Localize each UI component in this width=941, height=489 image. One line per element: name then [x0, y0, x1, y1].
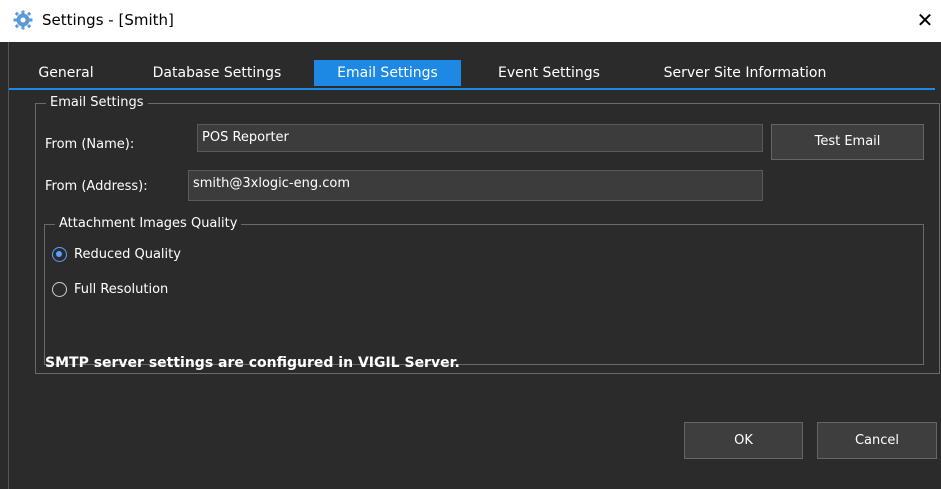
reduced-quality-label[interactable]: Reduced Quality [74, 247, 181, 263]
tab-server-site-information[interactable]: Server Site Information [647, 60, 843, 86]
from-address-field[interactable]: smith@3xlogic-eng.com [188, 170, 763, 201]
settings-window: Settings - [Smith] ✕ General Database Se… [0, 0, 941, 489]
from-name-label: From (Name): [45, 137, 135, 152]
attachment-quality-group: Attachment Images Quality Reduced Qualit… [44, 216, 924, 365]
gear-icon [13, 10, 33, 30]
tab-bar: General Database Settings Email Settings… [9, 60, 935, 88]
reduced-quality-radio[interactable] [52, 247, 67, 262]
tab-event-settings[interactable]: Event Settings [481, 60, 617, 86]
tab-email-settings[interactable]: Email Settings [314, 60, 461, 86]
tab-general[interactable]: General [26, 60, 106, 86]
full-resolution-radio[interactable] [52, 282, 67, 297]
email-settings-group-title: Email Settings [46, 95, 148, 111]
full-resolution-label[interactable]: Full Resolution [74, 282, 168, 298]
tab-underline [9, 88, 935, 90]
cancel-button[interactable]: Cancel [817, 422, 937, 459]
from-address-label: From (Address): [45, 179, 148, 194]
ok-button[interactable]: OK [684, 422, 803, 459]
title-bar: Settings - [Smith] ✕ [0, 0, 941, 42]
from-name-field[interactable]: POS Reporter [197, 124, 763, 152]
smtp-note: SMTP server settings are configured in V… [45, 355, 460, 371]
close-icon[interactable]: ✕ [913, 8, 937, 32]
email-settings-group: Email Settings From (Name): POS Reporter… [35, 95, 940, 374]
tab-database-settings[interactable]: Database Settings [137, 60, 297, 86]
dialog-content: General Database Settings Email Settings… [8, 42, 940, 489]
attachment-quality-group-title: Attachment Images Quality [55, 216, 242, 232]
test-email-button[interactable]: Test Email [771, 124, 924, 160]
window-title: Settings - [Smith] [42, 11, 174, 29]
